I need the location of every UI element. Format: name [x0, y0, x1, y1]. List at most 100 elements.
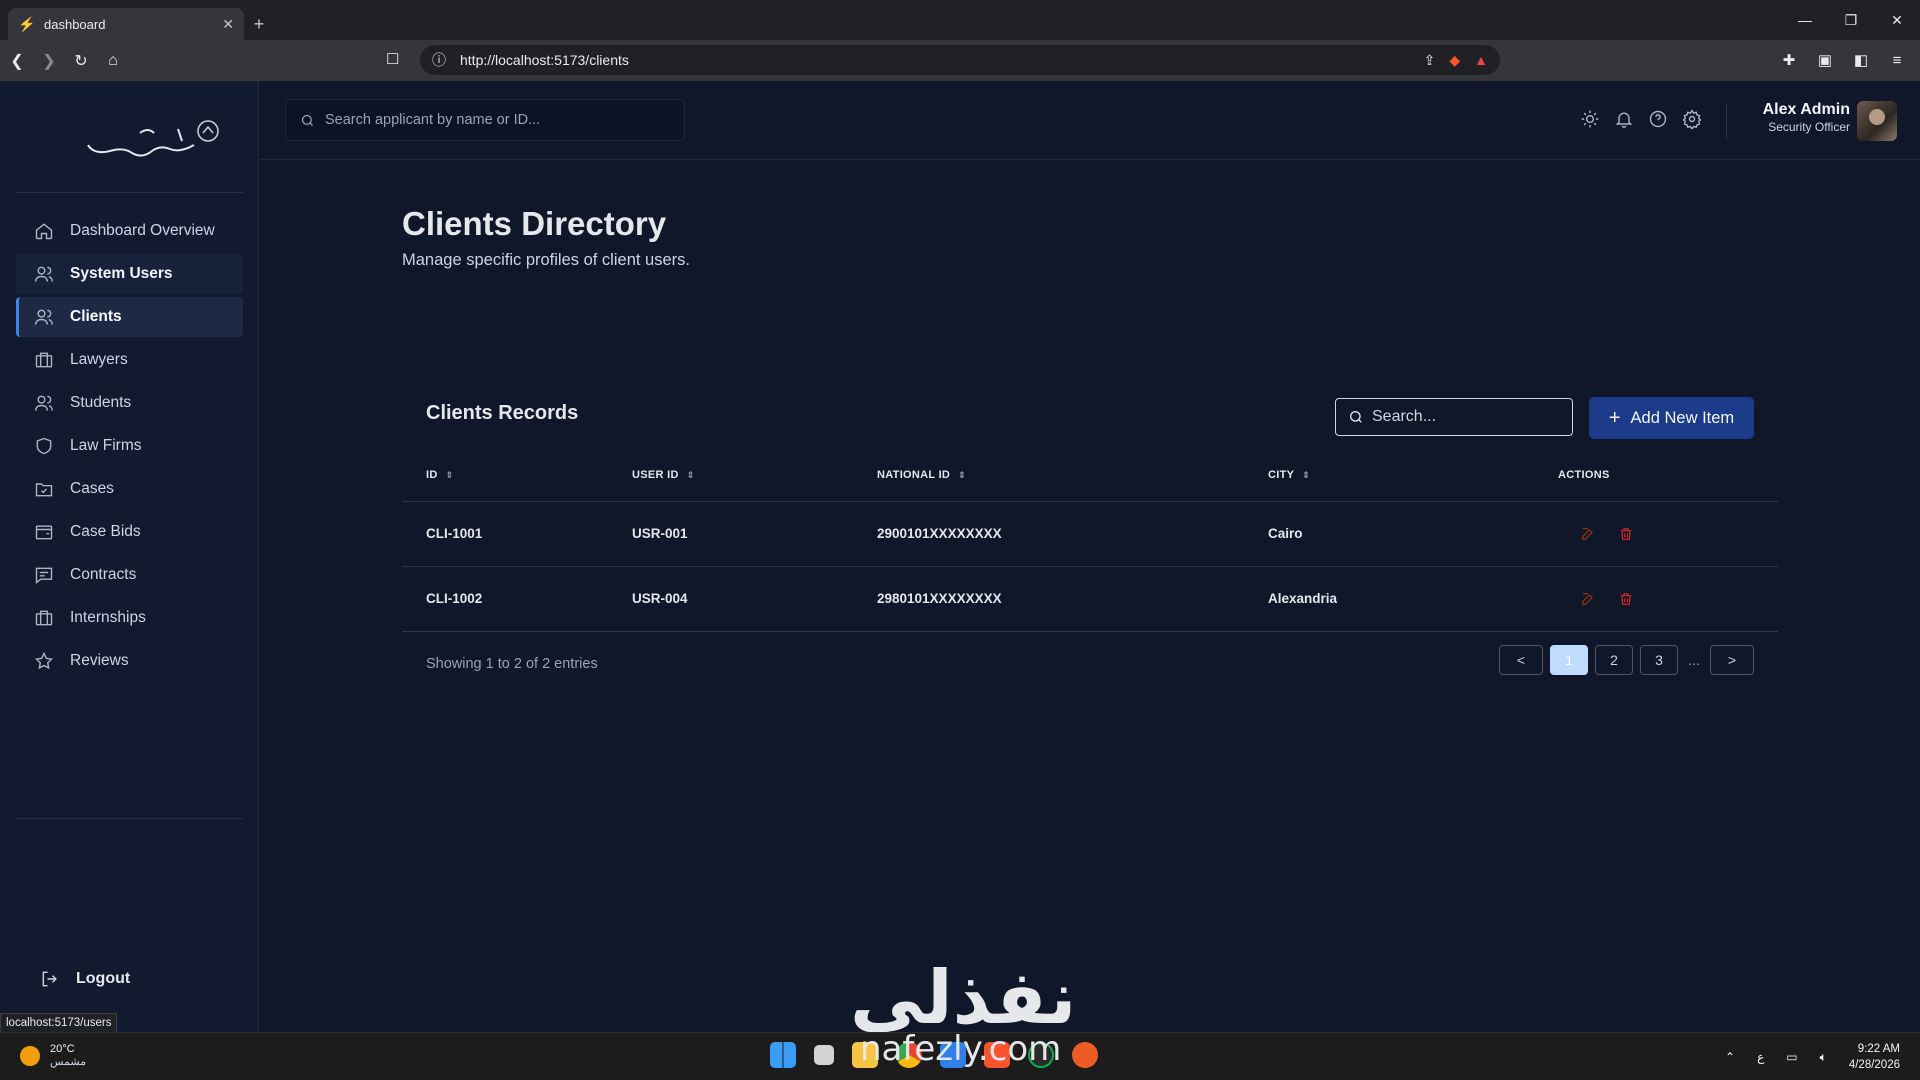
sort-icon[interactable]: ⇕ — [958, 470, 966, 480]
sidebar-nav: Dashboard Overview System Users Clients … — [16, 211, 243, 684]
table-header-row: ID ⇕ USER ID ⇕ NATIONAL ID ⇕ CITY ⇕ ACTIONS — [402, 449, 1778, 502]
sidebar-item-dashboard-overview[interactable]: Dashboard Overview — [16, 211, 243, 251]
cell-national-id: 2980101XXXXXXXX — [877, 566, 1268, 632]
column-header-actions: ACTIONS — [1558, 449, 1778, 502]
postman-icon[interactable] — [1072, 1042, 1098, 1068]
forward-icon[interactable]: ❯ — [34, 46, 64, 76]
site-info-icon[interactable]: ⓘ — [432, 50, 446, 70]
sidebar-item-law-firms[interactable]: Law Firms — [16, 426, 243, 466]
extensions-icon[interactable]: ✚ — [1774, 45, 1804, 75]
add-new-item-button[interactable]: + Add New Item — [1589, 397, 1754, 439]
sun-icon — [20, 1045, 40, 1066]
network-icon[interactable]: ▭ — [1786, 1050, 1797, 1064]
edit-icon[interactable] — [1580, 526, 1596, 542]
theme-toggle-icon[interactable] — [1580, 109, 1600, 129]
url-text[interactable]: http://localhost:5173/clients — [460, 52, 1410, 68]
status-bar-url: localhost:5173/users — [0, 1013, 118, 1033]
gear-icon[interactable] — [1682, 109, 1702, 129]
minimize-icon[interactable]: — — [1782, 0, 1828, 40]
sidebar-item-lawyers[interactable]: Lawyers — [16, 340, 243, 380]
cell-id: CLI-1002 — [402, 566, 632, 632]
user-name: Alex Admin — [1762, 101, 1850, 118]
avatar[interactable] — [1857, 101, 1897, 141]
sidebar-item-clients[interactable]: Clients — [16, 297, 243, 337]
briefcase-icon — [35, 610, 53, 626]
back-icon[interactable]: ❮ — [2, 46, 32, 76]
clients-table: ID ⇕ USER ID ⇕ NATIONAL ID ⇕ CITY ⇕ ACTIONS … — [402, 449, 1778, 632]
users-icon — [34, 395, 54, 411]
sidebar-item-label: Internships — [70, 609, 146, 626]
users-icon — [34, 309, 54, 325]
column-header-id[interactable]: ID ⇕ — [402, 449, 632, 502]
brave-shield-icon[interactable]: ◆ — [1449, 52, 1460, 69]
sidebar-item-students[interactable]: Students — [16, 383, 243, 423]
global-search[interactable] — [285, 99, 685, 141]
language-indicator[interactable]: ع — [1757, 1050, 1764, 1064]
next-page-button[interactable]: > — [1710, 645, 1754, 675]
window-controls: — ❐ ✕ — [1782, 0, 1920, 40]
help-icon[interactable] — [1648, 109, 1668, 129]
cell-actions — [1558, 501, 1778, 567]
global-search-input[interactable] — [325, 112, 665, 128]
column-header-city[interactable]: CITY ⇕ — [1268, 449, 1558, 502]
table-search-input[interactable] — [1372, 408, 1562, 426]
page-button-3[interactable]: 3 — [1640, 645, 1678, 675]
table-row[interactable]: CLI-1001 USR-001 2900101XXXXXXXX Cairo — [402, 501, 1778, 567]
clock[interactable]: 9:22 AM 4/28/2026 — [1849, 1041, 1900, 1073]
bell-icon[interactable] — [1614, 109, 1634, 129]
sort-icon[interactable]: ⇕ — [687, 470, 695, 480]
sidebar-item-case-bids[interactable]: Case Bids — [16, 512, 243, 552]
share-icon[interactable]: ⇪ — [1424, 52, 1436, 69]
volume-icon[interactable]: 🔈︎ — [1820, 1050, 1827, 1065]
search-icon — [301, 114, 313, 126]
chevron-up-icon[interactable]: ⌃ — [1725, 1050, 1735, 1064]
column-label: ID — [426, 468, 438, 481]
system-tray: ⌃ ع ▭ 🔈︎ 9:22 AM 4/28/2026 — [1725, 1041, 1900, 1073]
close-window-icon[interactable]: ✕ — [1874, 0, 1920, 40]
header-icons — [1580, 109, 1702, 129]
user-info[interactable]: Alex Admin Security Officer — [1750, 101, 1850, 134]
table-row[interactable]: CLI-1002 USR-004 2980101XXXXXXXX Alexand… — [402, 566, 1778, 632]
sidebar-toggle-icon[interactable]: ◧ — [1846, 45, 1876, 75]
sidebar-item-label: Law Firms — [70, 437, 142, 454]
column-header-user-id[interactable]: USER ID ⇕ — [632, 449, 877, 502]
edit-icon[interactable] — [1580, 591, 1596, 607]
column-header-national-id[interactable]: NATIONAL ID ⇕ — [877, 449, 1268, 502]
page-button-2[interactable]: 2 — [1595, 645, 1633, 675]
prev-page-button[interactable]: < — [1499, 645, 1543, 675]
trash-icon[interactable] — [1618, 526, 1634, 542]
address-bar[interactable]: ⓘ http://localhost:5173/clients ⇪ ◆ ▲ — [420, 45, 1500, 75]
page-button-1[interactable]: 1 — [1550, 645, 1588, 675]
cell-user-id: USR-004 — [632, 566, 877, 632]
browser-toolbar: ❮ ❯ ↻ ⌂ ☐ ⓘ http://localhost:5173/client… — [0, 40, 1920, 81]
sidebar-item-contracts[interactable]: Contracts — [16, 555, 243, 595]
restore-icon[interactable]: ❐ — [1828, 0, 1874, 40]
sidebar: Dashboard Overview System Users Clients … — [0, 81, 259, 1032]
sidebar-item-reviews[interactable]: Reviews — [16, 641, 243, 681]
new-tab-button[interactable]: + — [244, 8, 274, 40]
windows-start-icon[interactable] — [770, 1042, 796, 1068]
logout-button[interactable]: Logout — [40, 969, 130, 989]
sort-icon[interactable]: ⇕ — [1302, 470, 1310, 480]
bookmark-icon[interactable]: ☐ — [386, 50, 399, 68]
sort-icon[interactable]: ⇕ — [446, 470, 454, 480]
reload-icon[interactable]: ↻ — [66, 46, 96, 76]
table-search[interactable] — [1335, 398, 1573, 436]
task-view-icon[interactable] — [814, 1045, 834, 1065]
sidebar-item-internships[interactable]: Internships — [16, 598, 243, 638]
menu-icon[interactable]: ≡ — [1882, 45, 1912, 75]
top-header: Alex Admin Security Officer — [260, 81, 1920, 160]
trash-icon[interactable] — [1618, 591, 1634, 607]
sidebar-divider — [16, 818, 243, 819]
brave-rewards-icon[interactable]: ▲ — [1474, 52, 1488, 68]
sidebar-item-cases[interactable]: Cases — [16, 469, 243, 509]
home-icon[interactable]: ⌂ — [98, 46, 128, 76]
wallet-icon[interactable]: ▣ — [1810, 45, 1840, 75]
sidebar-item-system-users[interactable]: System Users — [16, 254, 243, 294]
taskbar: 20°C مشمس nafezly.com ⌃ ع ▭ 🔈︎ 9:22 AM 4… — [0, 1029, 1920, 1080]
pagination-info: Showing 1 to 2 of 2 entries — [426, 656, 598, 672]
wallet-icon — [35, 525, 53, 540]
browser-tab[interactable]: ⚡ dashboard ✕ — [8, 8, 244, 40]
close-tab-icon[interactable]: ✕ — [222, 16, 234, 33]
weather-widget[interactable]: 20°C مشمس — [20, 1043, 86, 1068]
